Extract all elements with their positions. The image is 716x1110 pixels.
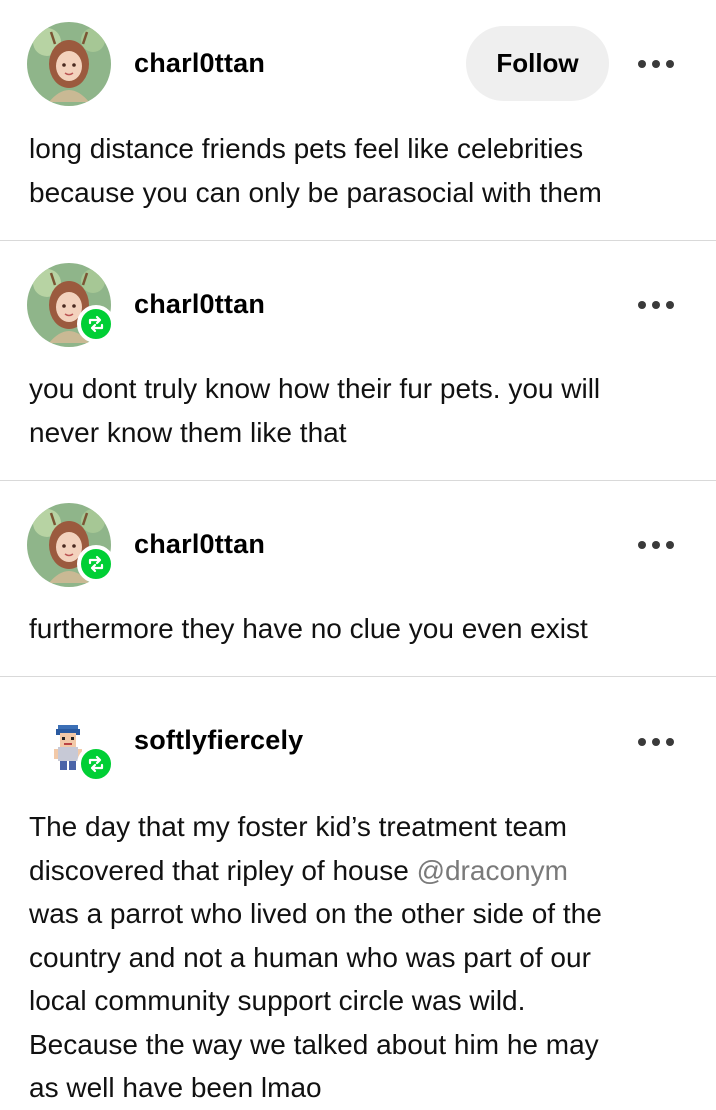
ellipsis-icon[interactable] bbox=[636, 57, 676, 69]
ellipsis-icon[interactable] bbox=[636, 735, 676, 747]
reblog-icon bbox=[77, 305, 115, 343]
post-line: Because the way we talked about him he m… bbox=[29, 1028, 599, 1060]
avatar-charl0ttan[interactable] bbox=[27, 22, 111, 106]
post-username[interactable]: softlyfiercely bbox=[134, 725, 303, 756]
post-body: long distance friends pets feel like cel… bbox=[29, 127, 689, 214]
reblog-icon bbox=[77, 545, 115, 583]
post-body: The day that my foster kid’s treatment t… bbox=[29, 805, 689, 1110]
ellipsis-icon[interactable] bbox=[636, 538, 676, 550]
follow-button[interactable]: Follow bbox=[466, 26, 609, 101]
reblog-icon bbox=[77, 745, 115, 783]
post-body: furthermore they have no clue you even e… bbox=[29, 607, 689, 651]
avatar-image bbox=[27, 22, 111, 106]
post-line: as well have been lmao bbox=[29, 1072, 322, 1103]
post-line: was a parrot who lived on the other side… bbox=[29, 898, 602, 929]
post-line: discovered that ripley of house @dracony… bbox=[29, 849, 689, 893]
post-line-text: discovered that ripley of house bbox=[29, 854, 417, 886]
reblog-entry: charl0ttan you dont truly know how their… bbox=[0, 241, 716, 481]
post-line: furthermore they have no clue you even e… bbox=[29, 613, 588, 644]
post-line: The day that my foster kid’s treatment t… bbox=[29, 811, 567, 842]
post-line: never know them like that bbox=[29, 416, 347, 448]
post-body: you dont truly know how their fur pets. … bbox=[29, 367, 689, 454]
reblog-entry: charl0ttan furthermore they have no clue… bbox=[0, 481, 716, 676]
post-username[interactable]: charl0ttan bbox=[134, 529, 265, 560]
post-line: because you can only be parasocial with … bbox=[29, 176, 602, 208]
post-line: long distance friends pets feel like cel… bbox=[29, 133, 584, 164]
post-username[interactable]: charl0ttan bbox=[134, 289, 265, 320]
post-line: local community support circle was wild. bbox=[29, 985, 526, 1016]
post-username[interactable]: charl0ttan bbox=[134, 48, 265, 79]
ellipsis-icon[interactable] bbox=[636, 298, 676, 310]
post-original: charl0ttan Follow long distance friends … bbox=[0, 0, 716, 240]
mention-link[interactable]: @draconym bbox=[417, 855, 568, 886]
post-line: country and not a human who was part of … bbox=[29, 941, 591, 973]
post-line: you dont truly know how their fur pets. … bbox=[29, 373, 601, 404]
reblog-entry: softlyfiercely The day that my foster ki… bbox=[0, 677, 716, 1106]
